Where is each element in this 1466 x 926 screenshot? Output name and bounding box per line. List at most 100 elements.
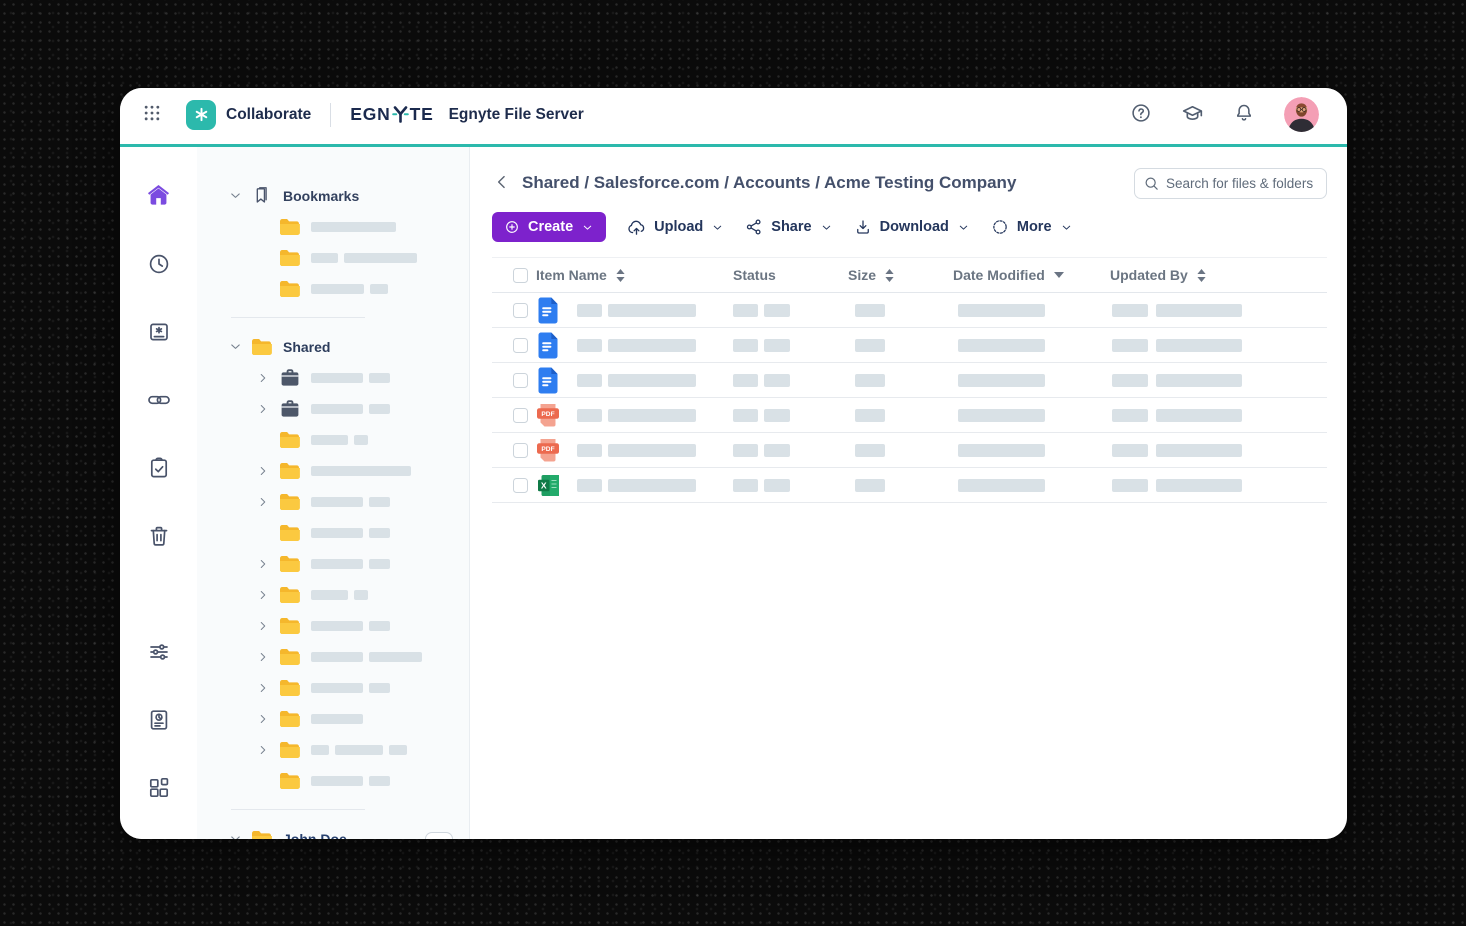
panel-collapse-handle[interactable]: [425, 832, 453, 839]
tree-item[interactable]: [256, 579, 469, 610]
tree-section-bookmarks[interactable]: Bookmarks: [228, 180, 469, 211]
share-label: Share: [771, 219, 811, 235]
placeholder-bar: [335, 745, 383, 755]
table-row[interactable]: PDF: [492, 398, 1327, 433]
placeholder-bar: [344, 253, 417, 263]
upload-button[interactable]: Upload: [627, 212, 724, 242]
row-checkbox[interactable]: [513, 338, 528, 353]
table-row[interactable]: [492, 293, 1327, 328]
chevron-right-icon[interactable]: [256, 587, 271, 602]
user-avatar[interactable]: [1284, 97, 1319, 132]
rail-clock-button[interactable]: [147, 252, 171, 276]
placeholder-bar: [733, 374, 758, 387]
column-header[interactable]: Size: [848, 267, 953, 283]
divider: [231, 317, 365, 318]
tree-item[interactable]: [256, 424, 469, 455]
chevron-down-icon[interactable]: [228, 339, 243, 354]
table-row[interactable]: [492, 328, 1327, 363]
column-header[interactable]: Item Name: [536, 267, 733, 283]
tree-item[interactable]: [256, 242, 469, 273]
waffle-menu-button[interactable]: [142, 103, 162, 126]
column-label: Updated By: [1110, 267, 1188, 283]
chevron-right-icon[interactable]: [256, 649, 271, 664]
breadcrumb[interactable]: Shared / Salesforce.com / Accounts / Acm…: [522, 173, 1016, 193]
tree-item[interactable]: [256, 362, 469, 393]
rail-workspace-button[interactable]: [147, 320, 171, 344]
tree-item[interactable]: [256, 765, 469, 796]
chevron-right-icon[interactable]: [256, 463, 271, 478]
rail-apps-button[interactable]: [147, 776, 171, 800]
skeleton-text: [311, 559, 390, 569]
column-header[interactable]: Updated By: [1110, 267, 1306, 283]
tree-item[interactable]: [256, 672, 469, 703]
back-button[interactable]: [492, 172, 512, 195]
rail-home-button[interactable]: [146, 183, 171, 208]
share-button[interactable]: Share: [745, 212, 832, 242]
tree-item[interactable]: [256, 703, 469, 734]
row-checkbox[interactable]: [513, 408, 528, 423]
column-header[interactable]: Date Modified: [953, 267, 1110, 283]
tree-item[interactable]: [256, 517, 469, 548]
placeholder-bar: [311, 284, 364, 294]
chevron-right-icon[interactable]: [256, 370, 271, 385]
tree-item[interactable]: [256, 734, 469, 765]
help-button[interactable]: [1130, 102, 1152, 127]
rail-reports-button[interactable]: [147, 708, 171, 732]
table-row[interactable]: PDF: [492, 433, 1327, 468]
chevron-right-icon[interactable]: [256, 618, 271, 633]
tree-item[interactable]: [256, 610, 469, 641]
skeleton-text: [855, 374, 885, 387]
tree-item[interactable]: [256, 548, 469, 579]
tree-item[interactable]: [256, 273, 469, 304]
folder-icon: [279, 679, 300, 697]
rail-link-button[interactable]: [147, 388, 171, 412]
select-all-checkbox[interactable]: [513, 268, 528, 283]
folder-icon: [279, 648, 300, 666]
placeholder-bar: [370, 284, 388, 294]
chevron-down-icon: [581, 221, 594, 234]
sort-icon[interactable]: [616, 269, 625, 282]
chevron-right-icon[interactable]: [256, 494, 271, 509]
table-row[interactable]: X: [492, 468, 1327, 503]
search-input[interactable]: [1134, 168, 1327, 199]
skeleton-text: [311, 373, 390, 383]
column-header[interactable]: Status: [733, 267, 848, 283]
chevron-right-icon[interactable]: [256, 401, 271, 416]
placeholder-bar: [1156, 409, 1242, 422]
row-checkbox[interactable]: [513, 373, 528, 388]
tree-item[interactable]: [256, 211, 469, 242]
tree-section-shared[interactable]: Shared: [228, 331, 469, 362]
more-button[interactable]: More: [991, 212, 1073, 242]
download-button[interactable]: Download: [854, 212, 970, 242]
tree-item[interactable]: [256, 455, 469, 486]
chevron-down-icon[interactable]: [228, 188, 243, 203]
row-checkbox[interactable]: [513, 443, 528, 458]
rail-filters-button[interactable]: [147, 640, 171, 664]
tree-item[interactable]: [256, 486, 469, 517]
create-button[interactable]: Create: [492, 212, 606, 242]
placeholder-bar: [311, 745, 329, 755]
rail-trash-button[interactable]: [147, 524, 171, 548]
rail-tasks-button[interactable]: [147, 456, 171, 480]
sort-icon[interactable]: [1197, 269, 1206, 282]
tree-item[interactable]: [256, 641, 469, 672]
graduation-cap-icon: [1181, 102, 1204, 128]
notifications-button[interactable]: [1233, 102, 1255, 127]
placeholder-bar: [354, 435, 368, 445]
chevron-left-icon: [492, 172, 512, 195]
chevron-right-icon[interactable]: [256, 680, 271, 695]
chevron-right-icon[interactable]: [256, 742, 271, 757]
placeholder-bar: [1156, 339, 1242, 352]
placeholder-bar: [1156, 304, 1242, 317]
sort-icon[interactable]: [885, 269, 894, 282]
row-checkbox[interactable]: [513, 478, 528, 493]
chevron-right-icon[interactable]: [256, 556, 271, 571]
chevron-right-icon[interactable]: [256, 711, 271, 726]
academy-button[interactable]: [1181, 102, 1204, 128]
row-checkbox[interactable]: [513, 303, 528, 318]
table-row[interactable]: [492, 363, 1327, 398]
svg-text:PDF: PDF: [541, 446, 554, 453]
tree-item[interactable]: [256, 393, 469, 424]
chevron-down-icon[interactable]: [228, 831, 243, 839]
sort-icon[interactable]: [1054, 272, 1064, 278]
